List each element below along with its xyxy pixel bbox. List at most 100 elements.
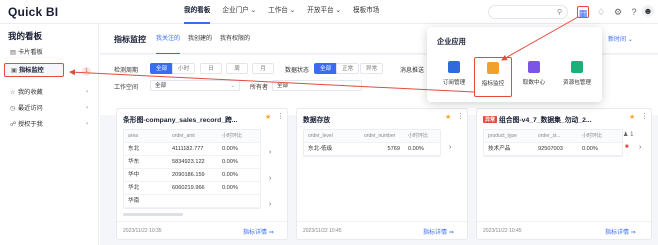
search-input[interactable]: ⚲: [488, 5, 568, 19]
top-nav: 我的看板 企业门户 ⌄ 工作台 ⌄ 开放平台 ⌄ 模板市场: [184, 0, 391, 24]
card-footer: 2023/11/22 10:45 指标详情 ⇒: [477, 221, 651, 239]
user-icon: ♟: [623, 132, 629, 138]
push-label: 消息推送: [400, 68, 425, 74]
app-resource-package-management[interactable]: 资源包管理: [555, 57, 599, 97]
card-icon: ▤: [10, 49, 16, 56]
nav-template-market[interactable]: 模板市场: [353, 0, 379, 24]
app-metric-monitor[interactable]: 指标监控: [474, 57, 512, 97]
popup-title: 企业应用: [437, 37, 466, 46]
user-count: ♟ 1: [623, 132, 634, 138]
more-icon[interactable]: ⋮: [641, 112, 648, 120]
resource-package-icon: [571, 61, 583, 73]
top-bar: Quick BI 我的看板 企业门户 ⌄ 工作台 ⌄ 开放平台 ⌄ 模板市场 ⚲…: [0, 0, 658, 24]
owner-label: 所有者: [250, 85, 269, 91]
metric-monitor-icon: [487, 62, 499, 74]
metric-card[interactable]: 数据存放 ★ ⋮ order_level order_number 小时环比 东…: [296, 108, 468, 240]
chevron-down-icon: ⌄: [352, 83, 357, 89]
period-label: 检测周期: [114, 68, 139, 74]
tab-permitted[interactable]: 我有权限的: [220, 24, 250, 54]
period-day-chip[interactable]: 日: [200, 63, 222, 74]
period-all-chip[interactable]: 全部: [150, 63, 174, 74]
chevron-right-icon[interactable]: ›: [269, 201, 271, 208]
owner-select[interactable]: 全部 ⌄: [272, 80, 362, 91]
card-date: 2023/11/22 10:45: [483, 228, 522, 234]
metric-card[interactable]: 异常 组合图-v4_7_数据集_勿动_2... ★ ⋮ product_type …: [476, 108, 652, 240]
share-icon: ☍: [10, 121, 17, 128]
bell-icon[interactable]: ♢: [595, 6, 607, 18]
card-date: 2023/11/22 10:35: [123, 228, 162, 234]
tab-following[interactable]: 我关注的: [156, 24, 181, 54]
card-title: 条形图-company_sales_record_跨...: [123, 117, 238, 124]
table-header-row: order_level order_number 小时环比: [304, 130, 440, 143]
help-icon[interactable]: ?: [628, 6, 640, 18]
chevron-right-icon[interactable]: ›: [86, 121, 88, 127]
status-abnormal-chip[interactable]: 异常: [360, 63, 384, 74]
monitor-icon: ▣: [11, 67, 17, 74]
period-month-chip[interactable]: 月: [252, 63, 274, 74]
arrow-right-icon: ⇒: [630, 230, 636, 236]
metric-detail-link[interactable]: 指标详情 ⇒: [423, 227, 454, 236]
table-row: 华中 2090186.159 0.00%: [124, 169, 260, 182]
status-normal-chip[interactable]: 正常: [336, 63, 360, 74]
enterprise-apps-popup: 企业应用 订阅管理 指标监控 取数中心 资源包管理: [427, 27, 602, 102]
arrow-right-icon: ⇒: [448, 230, 454, 236]
chevron-right-icon[interactable]: ›: [449, 144, 451, 151]
sidebar-title: 我的看板: [8, 31, 43, 41]
sidebar-item-favorites[interactable]: ☆ 我的收藏: [4, 86, 94, 100]
nav-workbench[interactable]: 工作台 ⌄: [268, 0, 295, 24]
count-badge: 1: [82, 67, 91, 76]
star-icon[interactable]: ★: [629, 113, 635, 121]
horizontal-scrollbar[interactable]: [123, 213, 183, 216]
card-footer: 2023/11/22 10:35 指标详情 ⇒: [117, 221, 287, 239]
period-week-chip[interactable]: 周: [226, 63, 248, 74]
page-title: 指标监控: [114, 35, 146, 44]
sidebar-item-card-dashboard[interactable]: ▤ 卡片看板: [4, 46, 94, 60]
star-icon[interactable]: ★: [445, 113, 451, 121]
table-row: 华东 5834923.122 0.00%: [124, 156, 260, 169]
nav-enterprise-portal[interactable]: 企业门户 ⌄: [222, 0, 256, 24]
tabs: 我关注的 我创建的 我有权限的: [156, 24, 258, 54]
nav-open-platform[interactable]: 开放平台 ⌄: [307, 0, 341, 24]
time-sort-dropdown[interactable]: 新时间 ⌄: [608, 34, 633, 43]
trash-icon[interactable]: ■: [625, 144, 629, 150]
workspace-select[interactable]: 全部 ⌄: [150, 80, 240, 91]
chevron-right-icon[interactable]: ›: [269, 149, 271, 156]
chevron-right-icon[interactable]: ›: [86, 105, 88, 111]
metric-detail-link[interactable]: 指标详情 ⇒: [605, 227, 636, 236]
app-subscription-management[interactable]: 订阅管理: [435, 57, 473, 97]
more-icon[interactable]: ⋮: [457, 112, 464, 120]
sidebar-item-metric-monitor[interactable]: ▣ 指标监控: [4, 63, 64, 77]
period-hour-chip[interactable]: 小时: [172, 63, 196, 74]
avatar[interactable]: ☻: [642, 5, 654, 17]
chevron-right-icon[interactable]: ›: [269, 175, 271, 182]
tab-created[interactable]: 我创建的: [188, 24, 212, 54]
metric-card[interactable]: 条形图-company_sales_record_跨... ★ ⋮ area o…: [116, 108, 288, 240]
workspace-label: 工作空间: [114, 85, 139, 91]
status-all-chip[interactable]: 全部: [314, 63, 338, 74]
chevron-down-icon: ⌄: [250, 7, 257, 14]
app-data-center[interactable]: 取数中心: [515, 57, 553, 97]
chevron-right-icon[interactable]: ›: [639, 144, 641, 151]
metric-table: order_level order_number 小时环比 东北-低级 5769…: [303, 129, 441, 157]
table-row: 华南: [124, 195, 260, 208]
table-row: 东北 4111182.777 0.00%: [124, 143, 260, 156]
apps-grid-icon[interactable]: ▦: [577, 6, 589, 18]
gear-icon[interactable]: ⚙: [612, 6, 624, 18]
chevron-down-icon: ⌄: [335, 7, 342, 14]
nav-my-dashboards[interactable]: 我的看板: [184, 0, 211, 24]
card-date: 2023/11/22 10:45: [303, 228, 342, 234]
more-icon[interactable]: ⋮: [277, 112, 284, 120]
sidebar-item-shared-with-me[interactable]: ☍ 授权于我: [4, 118, 94, 132]
star-icon[interactable]: ★: [265, 113, 271, 121]
subscription-icon: [448, 61, 460, 73]
app-logo[interactable]: Quick BI: [8, 5, 58, 19]
status-label: 数据状态: [285, 68, 310, 74]
table-row: 技术产品 92507003 0.00%: [484, 143, 622, 156]
sidebar: 我的看板 ▤ 卡片看板 ▣ 指标监控 1 ☆ 我的收藏 › ◷ 最近访问 › ☍ 授权于我…: [0, 24, 99, 245]
metric-detail-link[interactable]: 指标详情 ⇒: [243, 227, 274, 236]
data-download-icon: [528, 61, 540, 73]
table-row: 华北 6060219.966 0.00%: [124, 182, 260, 195]
chevron-right-icon[interactable]: ›: [86, 89, 88, 95]
sidebar-item-recent[interactable]: ◷ 最近访问: [4, 102, 94, 116]
card-title: 数据存放: [303, 117, 331, 124]
